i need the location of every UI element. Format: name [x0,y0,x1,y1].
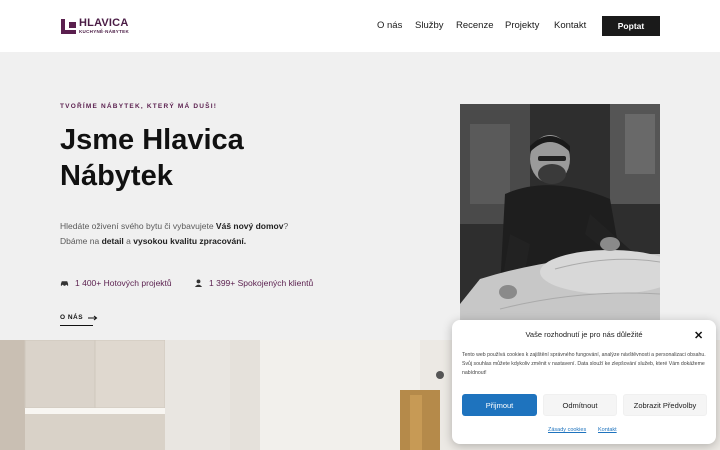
hero-title-line2: Nábytek [60,160,173,192]
arrow-right-icon [88,315,98,320]
stat-clients-label: 1 399+ Spokojených klientů [209,278,314,288]
desc-emphasis: detail [101,236,124,246]
nav-item-sluzby[interactable]: Služby [415,20,444,31]
cookie-consent-dialog: Vaše rozhodnutí je pro nás důležité ✕ Te… [452,320,716,444]
site-logo[interactable]: HLAVICA KUCHYNĚ·NÁBYTEK [61,17,129,35]
craftsman-illustration [460,104,660,340]
nav-item-kontakt[interactable]: Kontakt [554,20,586,31]
hero-title: Jsme Hlavica Nábytek [60,122,360,194]
stat-projects: 1 400+ Hotových projektů [60,278,172,288]
cookie-title: Vaše rozhodnutí je pro nás důležité [525,330,643,339]
nav-item-recenze[interactable]: Recenze [456,20,494,31]
desc-text: a [123,236,134,246]
craftsman-photo [460,104,660,340]
poptat-button[interactable]: Poptat [602,16,660,36]
cookie-description: Tento web používá cookies k zajištění sp… [462,352,706,376]
hero-description: Hledáte oživení svého bytu či vybavujete… [60,219,320,249]
hero-eyebrow: TVOŘÍME NÁBYTEK, KTERÝ MÁ DUŠI! [60,103,218,110]
desc-text: ? [283,221,289,231]
car-icon [60,281,69,287]
stat-projects-label: 1 400+ Hotových projektů [75,278,172,288]
logo-mark-icon [61,18,76,34]
about-link-label: O NÁS [60,314,84,321]
desc-emphasis: Váš nový domov [215,221,284,231]
logo-title: HLAVICA [79,16,129,29]
nav-item-projekty[interactable]: Projekty [505,20,539,31]
about-link-underline [60,325,93,326]
desc-emphasis: vysokou kvalitu zpracování. [133,236,247,246]
desc-text: Hledáte oživení svého bytu či vybavujete [60,221,216,231]
hero-title-line1: Jsme Hlavica [60,124,244,156]
about-link[interactable]: O NÁS [60,314,98,321]
site-header: HLAVICA KUCHYNĚ·NÁBYTEK O nás Služby Rec… [0,0,720,52]
accept-cookies-button[interactable]: Přijmout [462,394,537,416]
nav-item-o-nas[interactable]: O nás [377,20,402,31]
deny-cookies-button[interactable]: Odmítnout [543,394,617,416]
cookie-preferences-button[interactable]: Zobrazit Předvolby [623,394,707,416]
desc-text: Dbáme na [60,236,102,246]
user-icon [194,279,203,287]
close-icon[interactable]: ✕ [694,329,703,342]
logo-subtitle: KUCHYNĚ·NÁBYTEK [79,28,130,34]
stat-clients: 1 399+ Spokojených klientů [194,278,313,288]
cookie-policy-link[interactable]: Zásady cookies [548,427,586,433]
contact-link[interactable]: Kontakt [598,427,617,433]
